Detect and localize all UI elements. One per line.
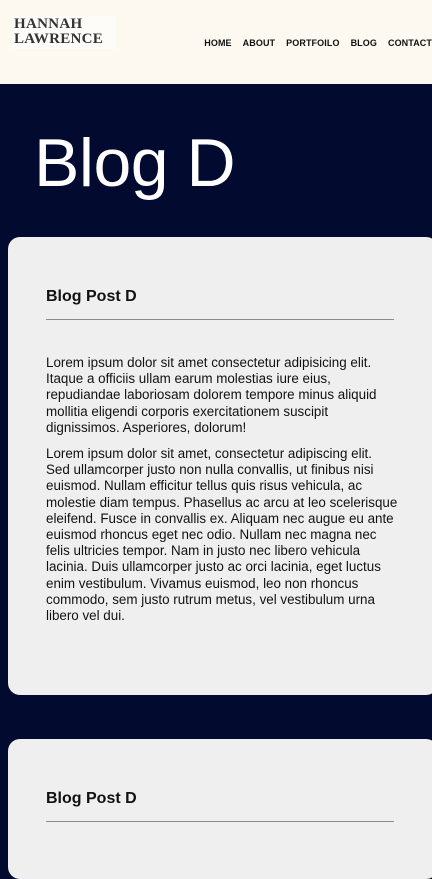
logo-line-last-name: LAWRENCE [14, 31, 104, 47]
nav-item-about[interactable]: ABOUT [243, 38, 276, 48]
title-divider [46, 319, 394, 320]
blog-post-card: Blog Post D [8, 739, 432, 879]
main-nav: HOME ABOUT PORTFOILO BLOG CONTACT [193, 38, 432, 48]
site-logo[interactable]: HANNAH LAWRENCE [14, 17, 103, 47]
blog-post-title: Blog Post D [46, 790, 137, 807]
blog-post-paragraph: Lorem ipsum dolor sit amet, consectetur … [46, 446, 398, 624]
blog-post-card: Blog Post D Lorem ipsum dolor sit amet c… [8, 237, 432, 695]
nav-item-contact[interactable]: CONTACT [388, 38, 432, 48]
logo-line-first-name: HANNAH [14, 16, 83, 32]
site-header: HANNAH LAWRENCE HOME ABOUT PORTFOILO BLO… [0, 0, 432, 84]
blog-post-paragraph: Lorem ipsum dolor sit amet consectetur a… [46, 355, 377, 435]
nav-item-home[interactable]: HOME [204, 38, 231, 48]
title-divider [46, 821, 394, 822]
page-title: Blog D [34, 125, 236, 201]
blog-post-body: Lorem ipsum dolor sit amet consectetur a… [46, 355, 398, 634]
nav-item-portfolio[interactable]: PORTFOILO [286, 38, 339, 48]
blog-post-title: Blog Post D [46, 288, 137, 305]
nav-item-blog[interactable]: BLOG [351, 38, 377, 48]
